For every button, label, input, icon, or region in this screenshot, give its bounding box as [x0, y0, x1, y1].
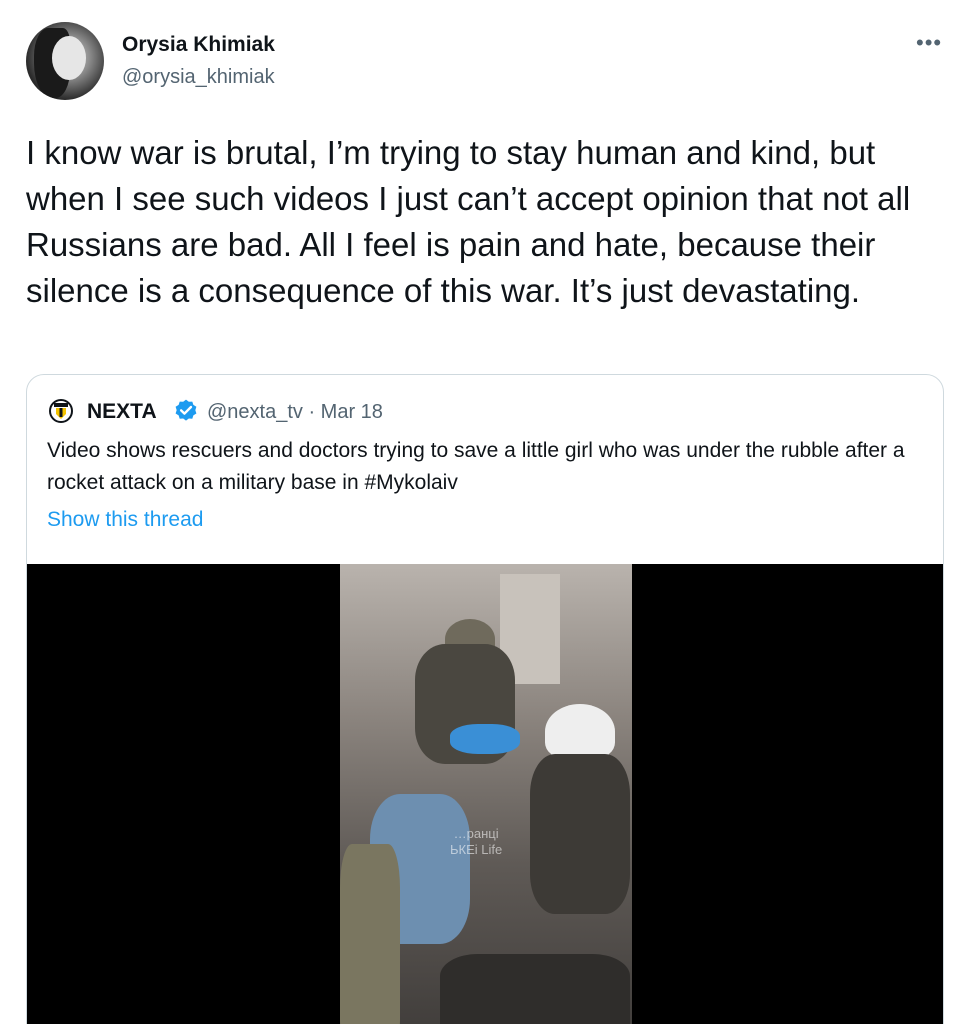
tweet-text: I know war is brutal, I’m trying to stay…: [26, 134, 911, 309]
tweet: Orysia Khimiak @orysia_khimiak ••• I kno…: [0, 0, 970, 1024]
blue-cloth-shape: [450, 724, 520, 754]
quoted-tweet[interactable]: NEXTA @nexta_tv · Mar 18 Video shows res…: [26, 374, 944, 1024]
nexta-logo-icon: [49, 399, 73, 423]
quoted-author-name[interactable]: NEXTA: [87, 400, 157, 424]
author-handle[interactable]: @orysia_khimiak: [122, 66, 275, 89]
video-watermark: …ранці ЬКЕі Life: [450, 826, 503, 857]
quoted-text: Video shows rescuers and doctors trying …: [47, 439, 905, 494]
white-helmet-shape: [545, 704, 615, 759]
left-figure-shape: [340, 844, 400, 1024]
avatar-face: [52, 36, 86, 80]
show-thread-link[interactable]: Show this thread: [47, 508, 203, 532]
verified-badge-icon: [175, 399, 197, 421]
video-player[interactable]: …ранці ЬКЕі Life: [27, 564, 943, 1024]
author-name[interactable]: Orysia Khimiak: [122, 33, 275, 57]
video-frame: …ранці ЬКЕі Life: [340, 564, 632, 1024]
rescuer-shape: [530, 754, 630, 914]
avatar[interactable]: [26, 22, 104, 100]
rubble-shape: [440, 954, 630, 1024]
more-options-icon[interactable]: •••: [916, 32, 942, 54]
quoted-handle-date[interactable]: @nexta_tv · Mar 18: [207, 401, 383, 424]
